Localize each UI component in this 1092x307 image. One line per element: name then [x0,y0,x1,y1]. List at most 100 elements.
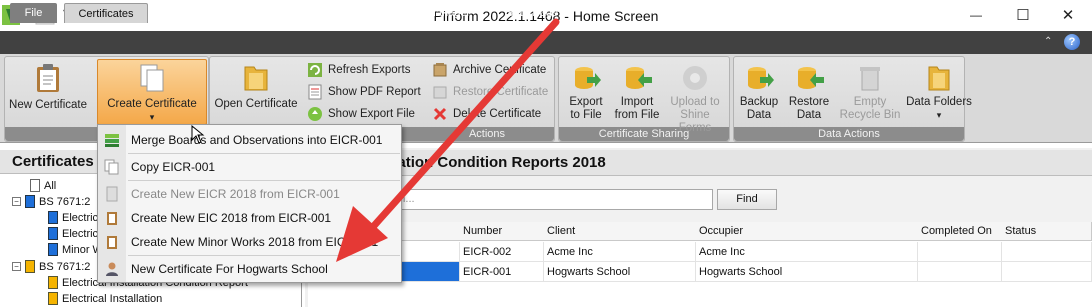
table-cell-client[interactable]: Hogwarts School [543,262,696,282]
menu-item-label: Merge Boards and Observations into EICR-… [131,132,383,147]
upload-to-shine-forms-button[interactable]: Upload to Shine Forms [664,60,726,134]
ribbon-tab-strip [0,31,1092,54]
backup-data-button[interactable]: Backup Data [736,60,782,126]
tree-item-bs7671-blue[interactable]: − BS 7671:2 [12,195,90,208]
import-from-file-button[interactable]: Import from File [612,60,662,126]
create-certificate-button[interactable]: Create Certificate ▾ [97,59,207,125]
menu-separator [128,153,400,154]
collapse-icon[interactable]: − [12,197,21,206]
tree-item-electrical-1[interactable]: Electric [48,211,98,224]
tree-item-label: BS 7671:2 [39,260,91,273]
table-cell-status[interactable] [1001,262,1092,282]
find-button[interactable]: Find [717,189,777,210]
column-header-completed-on[interactable]: Completed On [917,222,1002,241]
chevron-down-icon: ▾ [149,112,155,122]
blue-certificate-icon [48,243,58,256]
column-header-client[interactable]: Client [543,222,696,241]
close-button[interactable]: ✕ [1048,4,1088,26]
menu-item-create-new-eicr[interactable]: Create New EICR 2018 from EICR-001 [98,182,401,205]
menu-item-label: Create New EICR 2018 from EICR-001 [131,186,340,201]
data-folders-button[interactable]: Data Folders ▾ [904,60,974,126]
chevron-down-icon: ▾ [936,110,942,120]
menu-item-copy[interactable]: Copy EICR-001 [98,155,401,178]
restore-certificate-button[interactable]: Restore Certificate [432,84,548,100]
tab-certificates[interactable]: Certificates [64,3,148,23]
table-cell-completed-on[interactable] [917,262,1002,282]
restore-data-button[interactable]: Restore Data [786,60,832,126]
open-certificate-label: Open Certificate [214,98,298,110]
tree-item-minor-works[interactable]: Minor W [48,243,103,256]
show-export-file-button[interactable]: Show Export File [307,106,415,122]
tree-item-label: Electrical Installation [62,292,163,305]
menu-item-create-new-eic[interactable]: Create New EIC 2018 from EICR-001 [98,206,401,229]
blue-certificate-icon [25,195,35,208]
column-header-number[interactable]: Number [459,222,544,241]
restore-icon [433,86,447,99]
tree-item-bs7671-yellow[interactable]: − BS 7671:2 [12,260,90,273]
table-cell-occupier[interactable]: Hogwarts School [695,262,918,282]
table-cell-completed-on[interactable] [917,242,1002,262]
tree-item-all[interactable]: All [30,179,56,192]
delete-certificate-label: Delete Certificate [453,108,542,120]
column-header-status[interactable]: Status [1001,222,1092,241]
data-folders-icon [928,66,950,91]
menu-item-new-certificate-for-client[interactable]: New Certificate For Hogwarts School [98,257,401,280]
restore-data-label-1: Restore [788,96,830,108]
yellow-certificate-icon [48,292,58,305]
empty-recycle-label-2: Recycle Bin [839,109,901,121]
menu-item-create-new-minor-works[interactable]: Create New Minor Works 2018 from EICR-00… [98,230,401,253]
tab-company-and-test-instruments[interactable]: Company and Test Instruments [158,3,328,23]
search-input[interactable]: arch... [380,189,713,210]
menu-item-label: Copy EICR-001 [131,159,216,174]
copy-documents-icon [140,64,164,92]
upload-shine-label-1: Upload to [670,96,720,108]
tree-item-label: All [44,179,57,192]
tab-start-page[interactable]: Start Page [492,3,572,23]
import-from-file-label-1: Import [620,96,654,108]
new-certificate-button[interactable]: New Certificate [6,60,90,126]
show-pdf-report-button[interactable]: Show PDF Report [307,84,421,100]
show-export-file-label: Show Export File [328,108,415,120]
yellow-certificate-icon [25,260,35,273]
upload-shine-label-2: Shine Forms [678,109,712,134]
maximize-button[interactable]: ☐ [1003,4,1043,26]
table-cell-status[interactable] [1001,242,1092,262]
tab-file[interactable]: File [10,3,57,23]
copy-icon [104,159,119,174]
refresh-exports-icon [308,63,322,77]
minimize-button[interactable]: — [956,4,996,26]
delete-icon [433,107,447,121]
pdf-report-icon [308,84,322,100]
yellow-certificate-icon [48,276,58,289]
help-icon[interactable]: ? [1064,34,1080,50]
folder-open-icon [244,66,268,91]
table-cell-client[interactable]: Acme Inc [543,242,696,262]
export-to-file-button[interactable]: Export to File [562,60,610,126]
collapse-ribbon-icon[interactable]: ⌃ [1044,36,1052,47]
menu-item-label: Create New Minor Works 2018 from EICR-00… [131,234,379,249]
archive-certificate-label: Archive Certificate [453,64,547,76]
empty-recycle-bin-button[interactable]: Empty Recycle Bin [838,60,902,126]
tree-item-label: Electric [62,227,99,240]
open-certificate-button[interactable]: Open Certificate [213,60,299,126]
tree-item-eic[interactable]: Electrical Installation [48,292,162,305]
column-header-occupier[interactable]: Occupier [695,222,918,241]
empty-recycle-label-1: Empty [853,96,887,108]
menu-item-label: Create New EIC 2018 from EICR-001 [131,210,332,225]
delete-certificate-button[interactable]: Delete Certificate [432,106,541,122]
table-cell-number[interactable]: EICR-001 [459,262,544,282]
refresh-exports-label: Refresh Exports [328,64,411,76]
tree-item-electrical-2[interactable]: Electric [48,227,98,240]
table-cell-number[interactable]: EICR-002 [459,242,544,262]
tab-drop-down-list-manager[interactable]: Drop-down List Manager [340,3,480,23]
collapse-icon[interactable]: − [12,262,21,271]
certificate-list-title: rical Installation Condition Reports 201… [305,150,1092,176]
refresh-exports-button[interactable]: Refresh Exports [307,62,410,78]
backup-database-icon [748,67,774,89]
archive-certificate-button[interactable]: Archive Certificate [432,62,546,78]
table-cell-occupier[interactable]: Acme Inc [695,242,918,262]
backup-data-label-2: Data [746,109,772,121]
menu-item-merge-boards[interactable]: Merge Boards and Observations into EICR-… [98,128,401,151]
export-to-file-label-2: to File [570,109,602,121]
ribbon-group-label: Data Actions [734,127,964,141]
